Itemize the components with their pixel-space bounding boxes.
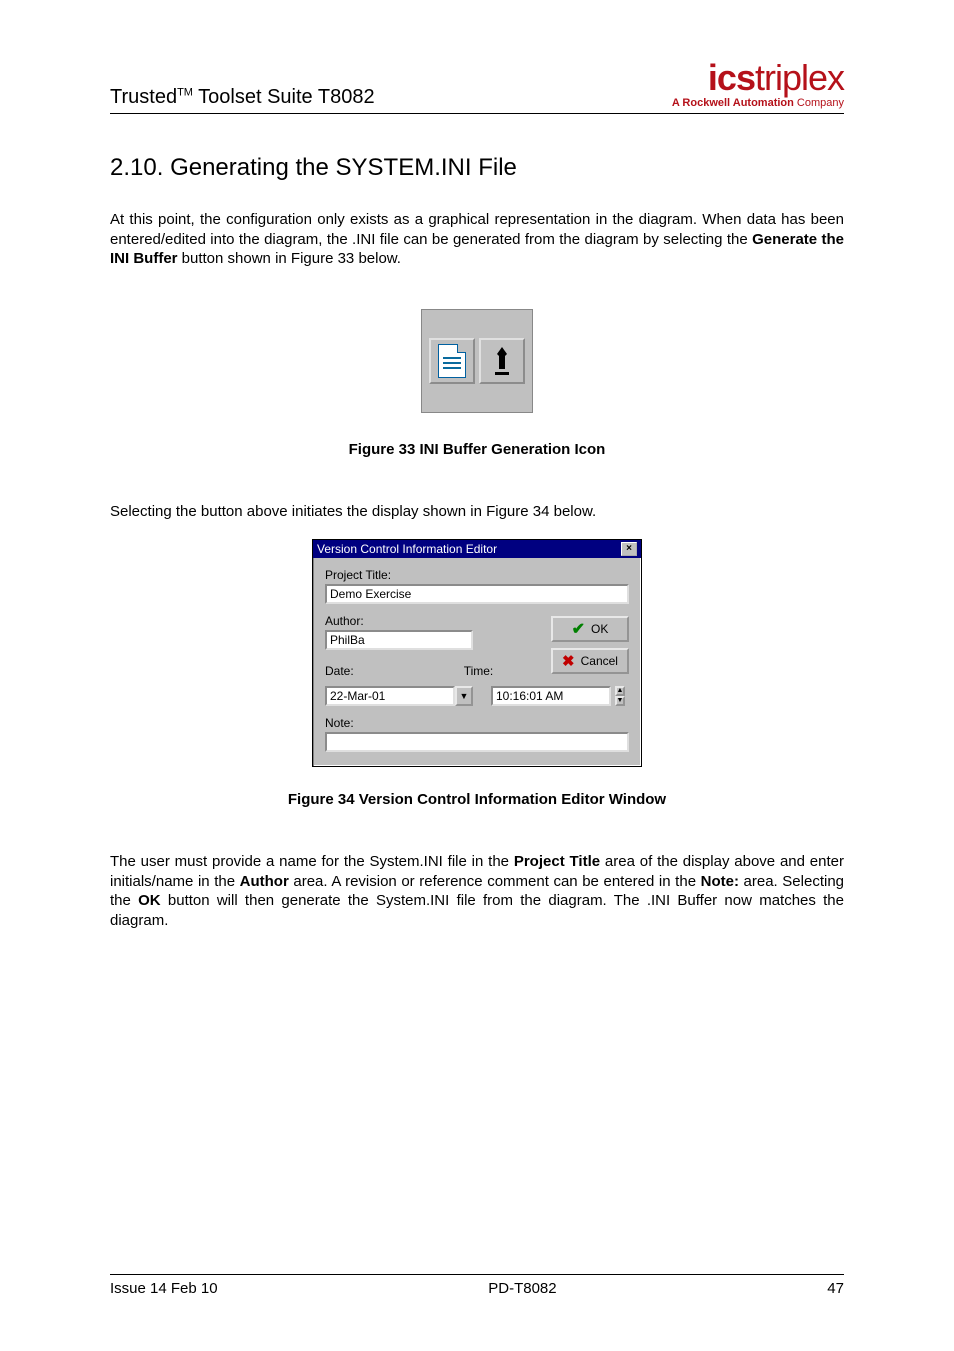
dialog-close-button[interactable]: × xyxy=(621,542,637,556)
figure-34: Version Control Information Editor × Pro… xyxy=(110,539,844,767)
time-label: Time: xyxy=(464,664,494,678)
project-title-label: Project Title: xyxy=(325,568,629,582)
section-heading: 2.10. Generating the SYSTEM.INI File xyxy=(110,154,844,182)
dialog-title-text: Version Control Information Editor xyxy=(317,542,497,556)
paragraph-2: Selecting the button above initiates the… xyxy=(110,502,844,522)
date-field[interactable]: ▼ xyxy=(325,686,473,706)
project-title-input[interactable] xyxy=(325,584,629,604)
logo-tagline: A Rockwell Automation Company xyxy=(672,98,844,109)
time-spin-down[interactable]: ▼ xyxy=(615,696,626,706)
paragraph-3: The user must provide a name for the Sys… xyxy=(110,852,844,930)
time-spin-up[interactable]: ▲ xyxy=(615,686,626,696)
figure-33 xyxy=(110,309,844,413)
ok-button-label: OK xyxy=(591,622,608,636)
version-control-dialog: Version Control Information Editor × Pro… xyxy=(312,539,642,767)
time-field[interactable]: ▲ ▼ xyxy=(491,686,629,706)
time-input[interactable] xyxy=(491,686,611,706)
doc-icon-button xyxy=(429,338,475,384)
document-icon xyxy=(438,344,466,378)
x-icon: ✖ xyxy=(562,652,575,670)
author-input[interactable] xyxy=(325,630,473,650)
product-line: Trusted xyxy=(110,86,177,108)
paragraph-1: At this point, the configuration only ex… xyxy=(110,210,844,269)
page-footer: Issue 14 Feb 10 PD-T8082 47 xyxy=(110,1274,844,1297)
footer-docnum: PD-T8082 xyxy=(488,1280,556,1297)
pen-icon-button xyxy=(479,338,525,384)
logo-bold-text: ics xyxy=(708,57,755,98)
note-label: Note: xyxy=(325,716,629,730)
footer-pagenum: 47 xyxy=(827,1280,844,1297)
trademark: TM xyxy=(177,86,193,98)
figure-34-caption: Figure 34 Version Control Information Ed… xyxy=(110,791,844,808)
figure-33-caption: Figure 33 INI Buffer Generation Icon xyxy=(110,441,844,458)
cancel-button-label: Cancel xyxy=(581,654,618,668)
product-suffix: Toolset Suite T8082 xyxy=(193,86,375,108)
date-label: Date: xyxy=(325,664,354,678)
section-number: 2.10. xyxy=(110,154,163,181)
pen-icon xyxy=(485,344,519,378)
footer-issue: Issue 14 Feb 10 xyxy=(110,1280,218,1297)
company-logo: icstriplex A Rockwell Automation Company xyxy=(672,60,844,109)
date-input[interactable] xyxy=(325,686,455,706)
logo-light-text: triplex xyxy=(755,57,844,98)
ok-button[interactable]: ✔ OK xyxy=(551,616,629,642)
product-title: TrustedTM Toolset Suite T8082 xyxy=(110,86,375,109)
dialog-titlebar: Version Control Information Editor × xyxy=(313,540,641,558)
section-title-text: Generating the SYSTEM.INI File xyxy=(170,154,517,181)
toolbar-mock xyxy=(421,309,533,413)
cancel-button[interactable]: ✖ Cancel xyxy=(551,648,629,674)
date-dropdown-button[interactable]: ▼ xyxy=(455,686,473,706)
page-header: TrustedTM Toolset Suite T8082 icstriplex… xyxy=(110,60,844,114)
check-icon: ✔ xyxy=(572,619,585,639)
note-input[interactable] xyxy=(325,732,629,752)
